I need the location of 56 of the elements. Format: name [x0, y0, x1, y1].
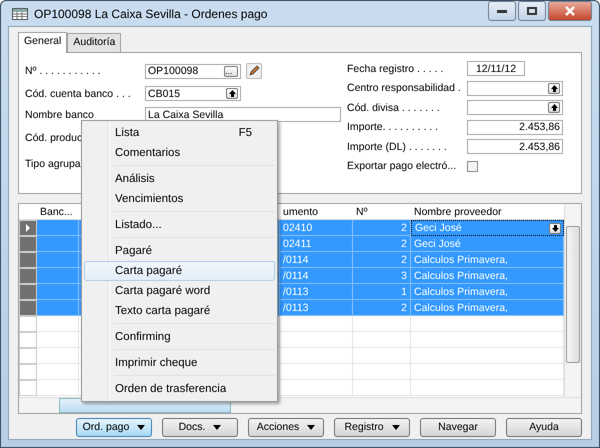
menu-item[interactable]: Carta pagaré — [84, 261, 275, 281]
table-cell: Geci José — [411, 236, 564, 252]
tab[interactable]: Auditoría — [67, 33, 122, 52]
amount-field[interactable]: 2.453,86 — [467, 139, 563, 154]
menu-button[interactable]: Registro — [334, 418, 410, 436]
table-cell: 3 — [353, 268, 411, 284]
input-field[interactable]: La Caixa Sevilla — [145, 107, 341, 122]
menu-item[interactable]: Comentarios — [84, 143, 275, 163]
table-cell: 2 — [353, 252, 411, 268]
input-field[interactable]: OP100098 ... — [145, 64, 241, 78]
table-cell: /0114 — [280, 268, 353, 284]
date-field[interactable]: 12/11/12 — [467, 61, 525, 76]
menu-item[interactable]: Confirming — [84, 327, 275, 347]
menu-button[interactable]: Ord. pago — [76, 418, 152, 436]
field-label: Nº . . . . . . . . . . . — [25, 65, 102, 77]
table-cell: /0113 — [280, 284, 353, 300]
dropdown-field[interactable]: CB015 — [145, 86, 241, 101]
tab[interactable]: General — [18, 32, 68, 53]
field-label: Fecha registro . . . . . — [347, 62, 444, 75]
lookup-button[interactable]: ... — [224, 66, 238, 76]
action-button[interactable]: Ayuda — [506, 418, 582, 436]
table-cell: 2 — [353, 236, 411, 252]
menu-item[interactable]: Pagaré — [84, 241, 275, 261]
field-label: Exportar pago electró... — [347, 160, 458, 172]
menu-item[interactable]: Imprimir cheque — [84, 353, 275, 373]
window-title: OP100098 La Caixa Sevilla - Ordenes pago — [34, 6, 268, 20]
action-button[interactable]: Navegar — [420, 418, 496, 436]
menu-item[interactable]: Lista F5 — [84, 123, 275, 143]
table-cell: 02411 — [280, 236, 353, 252]
table-cell: 1 — [353, 284, 411, 300]
table-cell: 02410 — [280, 220, 353, 236]
table-cell: Calculos Primavera, — [411, 300, 564, 316]
field-label: Tipo agrupa — [25, 158, 81, 170]
menu-item[interactable]: Análisis — [84, 169, 275, 189]
table-cell: /0113 — [280, 300, 353, 316]
table-cell: Calculos Primavera, — [411, 284, 564, 300]
menu-button[interactable]: Acciones — [248, 418, 324, 436]
menu-item[interactable]: Listado... — [84, 215, 275, 235]
menu-item[interactable]: Orden de trasferencia — [84, 379, 275, 399]
table-cell: 2 — [353, 300, 411, 316]
menu-item[interactable]: Carta pagaré word — [84, 281, 275, 301]
field-label: Nombre banco — [25, 108, 95, 120]
menu-item[interactable]: Vencimientos — [84, 189, 275, 209]
amount-field[interactable]: 2.453,86 — [467, 120, 563, 135]
field-label: Cód. divisa . . . . . . . — [347, 102, 441, 114]
field-label: Cód. produc — [25, 132, 82, 144]
field-label: Centro responsabilidad . — [347, 82, 462, 94]
table-cell: 2 — [353, 220, 411, 236]
menu-button[interactable]: Docs. — [162, 418, 238, 436]
field-label: Cód. cuenta banco . . . — [25, 88, 132, 100]
table-cell: Calculos Primavera, — [411, 252, 564, 268]
table-cell: Calculos Primavera, — [411, 268, 564, 284]
field-label: Importe (DL) . . . . . . . — [347, 140, 448, 153]
field-label: Importe. . . . . . . . . . — [347, 121, 440, 134]
menu-item[interactable]: Texto carta pagaré — [84, 301, 275, 321]
table-cell: /0114 — [280, 252, 353, 268]
